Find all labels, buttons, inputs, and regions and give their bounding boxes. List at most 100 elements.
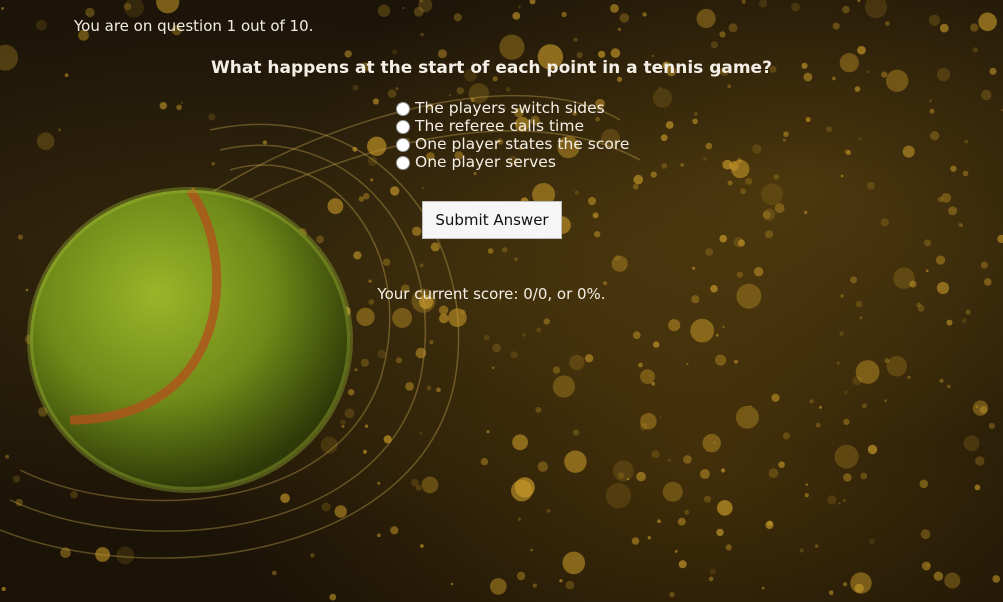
answer-label[interactable]: The players switch sides xyxy=(415,99,605,117)
bokeh-dot xyxy=(651,450,660,459)
bokeh-dot xyxy=(979,405,988,414)
radio-button[interactable] xyxy=(396,120,410,134)
bokeh-dot xyxy=(382,258,391,266)
bokeh-dot xyxy=(762,211,771,219)
bokeh-dot xyxy=(412,226,422,236)
bokeh-dot xyxy=(329,593,337,601)
bokeh-dot xyxy=(866,181,875,190)
bokeh-dot xyxy=(843,582,848,587)
bokeh-dot xyxy=(653,341,660,348)
bokeh-dot xyxy=(782,432,791,440)
bokeh-dot xyxy=(360,358,369,367)
bokeh-dot xyxy=(843,473,852,482)
bokeh-dot xyxy=(535,406,542,413)
answer-label[interactable]: One player states the score xyxy=(415,135,629,153)
bokeh-dot xyxy=(415,484,422,491)
answer-label[interactable]: One player serves xyxy=(415,153,556,171)
bokeh-dot xyxy=(752,144,762,154)
bokeh-dot xyxy=(368,156,378,166)
bokeh-dot xyxy=(617,27,622,32)
bokeh-dot xyxy=(262,140,267,145)
bokeh-dot xyxy=(725,544,732,551)
bokeh-dot xyxy=(716,528,724,537)
bokeh-dot xyxy=(347,389,355,396)
bokeh-dot xyxy=(962,170,969,177)
bokeh-dot xyxy=(518,5,521,9)
bokeh-dot xyxy=(972,47,979,53)
bokeh-dot xyxy=(517,517,522,521)
current-score: Your current score: 0/0, or 0%. xyxy=(377,285,606,303)
bokeh-dot xyxy=(419,432,423,435)
bokeh-dot xyxy=(886,355,908,377)
answer-option[interactable]: One player serves xyxy=(396,153,629,171)
bokeh-dot xyxy=(340,419,346,426)
bokeh-dot xyxy=(415,347,427,359)
bokeh-dot xyxy=(486,430,490,434)
bokeh-dot xyxy=(650,171,657,178)
bokeh-dot xyxy=(692,266,696,270)
bokeh-dot xyxy=(594,231,601,238)
bokeh-dot xyxy=(592,212,599,219)
bokeh-dot xyxy=(395,357,403,364)
radio-button[interactable] xyxy=(396,138,410,152)
bokeh-dot xyxy=(858,136,862,141)
bokeh-dot xyxy=(980,261,989,269)
answer-label[interactable]: The referee calls time xyxy=(415,117,584,135)
bokeh-dot xyxy=(377,4,391,17)
bokeh-dot xyxy=(180,101,184,104)
bokeh-dot xyxy=(377,481,381,485)
bokeh-dot xyxy=(574,190,580,195)
bokeh-dot xyxy=(505,87,511,92)
answer-options: The players switch sides The referee cal… xyxy=(396,99,629,171)
bokeh-dot xyxy=(522,333,526,337)
bokeh-dot xyxy=(674,550,678,553)
bokeh-dot xyxy=(647,536,651,540)
bokeh-dot xyxy=(843,390,848,395)
bokeh-dot xyxy=(717,500,733,516)
bokeh-dot xyxy=(387,89,397,98)
bokeh-dot xyxy=(559,579,563,583)
bokeh-dot xyxy=(502,247,508,253)
submit-answer-button[interactable]: Submit Answer xyxy=(422,201,562,239)
radio-button[interactable] xyxy=(396,156,410,170)
bokeh-dot xyxy=(456,87,464,95)
bokeh-dot xyxy=(761,183,783,206)
bokeh-dot xyxy=(719,234,727,243)
bokeh-dot xyxy=(947,384,951,389)
bokeh-dot xyxy=(696,8,716,29)
bokeh-dot xyxy=(421,476,439,494)
bokeh-dot xyxy=(902,145,915,158)
bokeh-dot xyxy=(368,279,372,283)
bokeh-dot xyxy=(709,568,716,575)
bokeh-dot xyxy=(989,67,997,75)
bokeh-dot xyxy=(176,104,182,111)
bokeh-dot xyxy=(860,472,868,480)
bokeh-dot xyxy=(722,325,725,329)
bokeh-dot xyxy=(569,354,585,371)
bokeh-dot xyxy=(736,271,743,278)
bokeh-dot xyxy=(690,318,715,343)
bokeh-dot xyxy=(391,49,398,55)
bokeh-dot xyxy=(483,334,490,341)
question-progress: You are on question 1 out of 10. xyxy=(74,17,314,35)
bokeh-dot xyxy=(960,224,963,227)
bokeh-dot xyxy=(617,472,625,480)
radio-button[interactable] xyxy=(396,102,410,116)
bokeh-dot xyxy=(840,174,844,178)
bokeh-dot xyxy=(584,354,594,363)
bokeh-dot xyxy=(684,509,690,515)
bokeh-dot xyxy=(727,180,733,186)
bokeh-dot xyxy=(490,578,507,595)
bokeh-dot xyxy=(850,276,858,284)
bokeh-dot xyxy=(944,572,961,589)
answer-option[interactable]: The referee calls time xyxy=(396,117,629,135)
bokeh-dot xyxy=(668,459,671,462)
bokeh-dot xyxy=(668,319,681,332)
answer-option[interactable]: The players switch sides xyxy=(396,99,629,117)
bokeh-dot xyxy=(678,560,687,569)
bokeh-dot xyxy=(536,327,542,333)
answer-option[interactable]: One player states the score xyxy=(396,135,629,153)
bokeh-dot xyxy=(512,434,528,451)
bokeh-dot xyxy=(738,239,745,247)
bokeh-dot xyxy=(745,177,753,185)
